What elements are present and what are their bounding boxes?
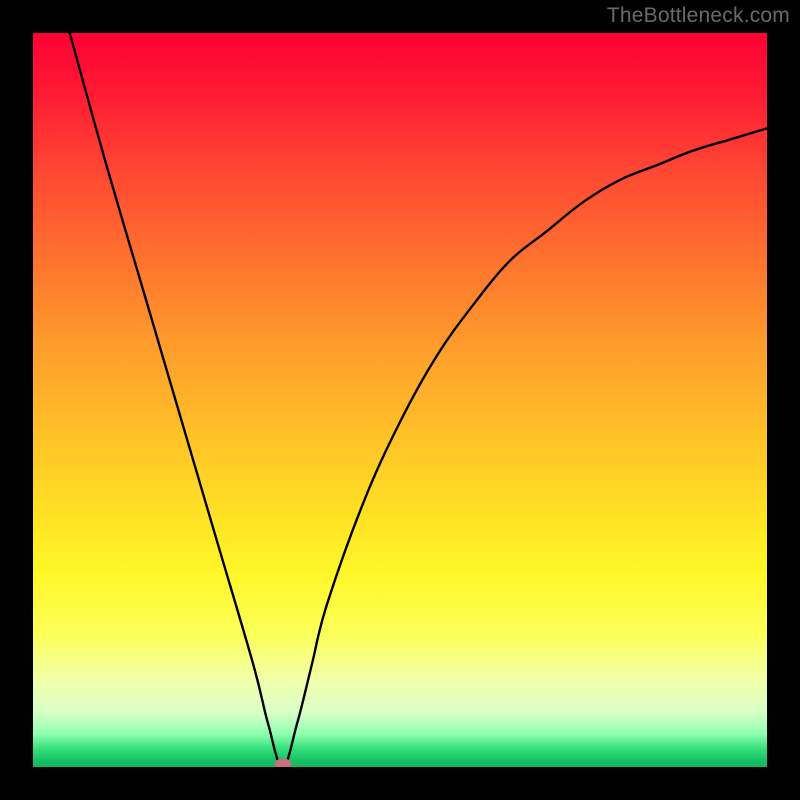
minimum-point-marker [274,759,291,768]
watermark-text: TheBottleneck.com [607,4,790,28]
chart-frame: TheBottleneck.com [0,0,800,800]
curve-svg [33,33,767,767]
plot-area [33,33,767,767]
bottleneck-curve [70,33,767,767]
